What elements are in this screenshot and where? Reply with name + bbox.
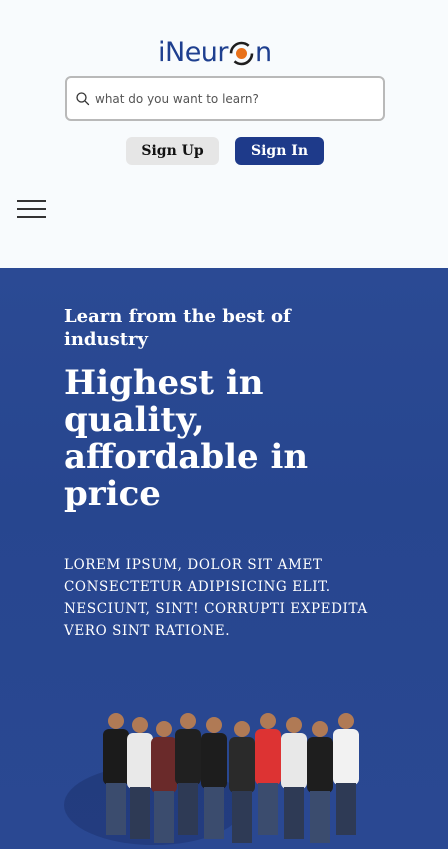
team-photo xyxy=(64,705,374,849)
site-header: iNeur n Sign Up Sign In xyxy=(0,0,448,268)
team-member-legs xyxy=(336,783,356,835)
team-member-body xyxy=(255,729,281,785)
search-bar[interactable] xyxy=(65,76,385,121)
team-member-body xyxy=(103,729,129,785)
team-member-head xyxy=(132,717,148,733)
team-member-head xyxy=(108,713,124,729)
team-member-head xyxy=(286,717,302,733)
hamburger-menu-icon[interactable] xyxy=(17,200,46,218)
logo-ring-icon xyxy=(229,41,254,66)
team-member-body xyxy=(175,729,201,785)
team-member-head xyxy=(312,721,328,737)
team-member-head xyxy=(260,713,276,729)
search-icon xyxy=(75,91,91,107)
team-member-body xyxy=(333,729,359,785)
team-member-legs xyxy=(258,783,278,835)
sign-in-button[interactable]: Sign In xyxy=(235,137,324,165)
team-member-body xyxy=(307,737,333,793)
search-input[interactable] xyxy=(95,91,365,106)
team-member-legs xyxy=(204,787,224,839)
team-member-body xyxy=(151,737,177,793)
team-member-legs xyxy=(310,791,330,843)
hero-title: Highest in quality, affordable in price xyxy=(64,363,309,514)
hero-subtitle: Learn from the best of industry xyxy=(64,306,291,350)
team-member-legs xyxy=(178,783,198,835)
team-member-legs xyxy=(106,783,126,835)
team-member-head xyxy=(156,721,172,737)
logo-text-right: n xyxy=(255,36,272,68)
ineuron-logo[interactable]: iNeur n xyxy=(158,34,282,70)
team-member-head xyxy=(338,713,354,729)
team-member-head xyxy=(206,717,222,733)
hero-section: Learn from the best of industry Highest … xyxy=(0,268,448,849)
team-member-body xyxy=(281,733,307,789)
team-member-legs xyxy=(154,791,174,843)
team-member-head xyxy=(234,721,250,737)
sign-up-button[interactable]: Sign Up xyxy=(126,137,219,165)
logo-text-left: iNeur xyxy=(158,36,229,68)
team-member-legs xyxy=(130,787,150,839)
team-member-body xyxy=(229,737,255,793)
team-member-head xyxy=(180,713,196,729)
team-member-legs xyxy=(232,791,252,843)
team-member-body xyxy=(201,733,227,789)
team-member-legs xyxy=(284,787,304,839)
hero-description: Lorem ipsum, dolor sit amet consectetur … xyxy=(64,557,368,639)
logo-text: iNeur n xyxy=(158,39,272,66)
team-member-body xyxy=(127,733,153,789)
